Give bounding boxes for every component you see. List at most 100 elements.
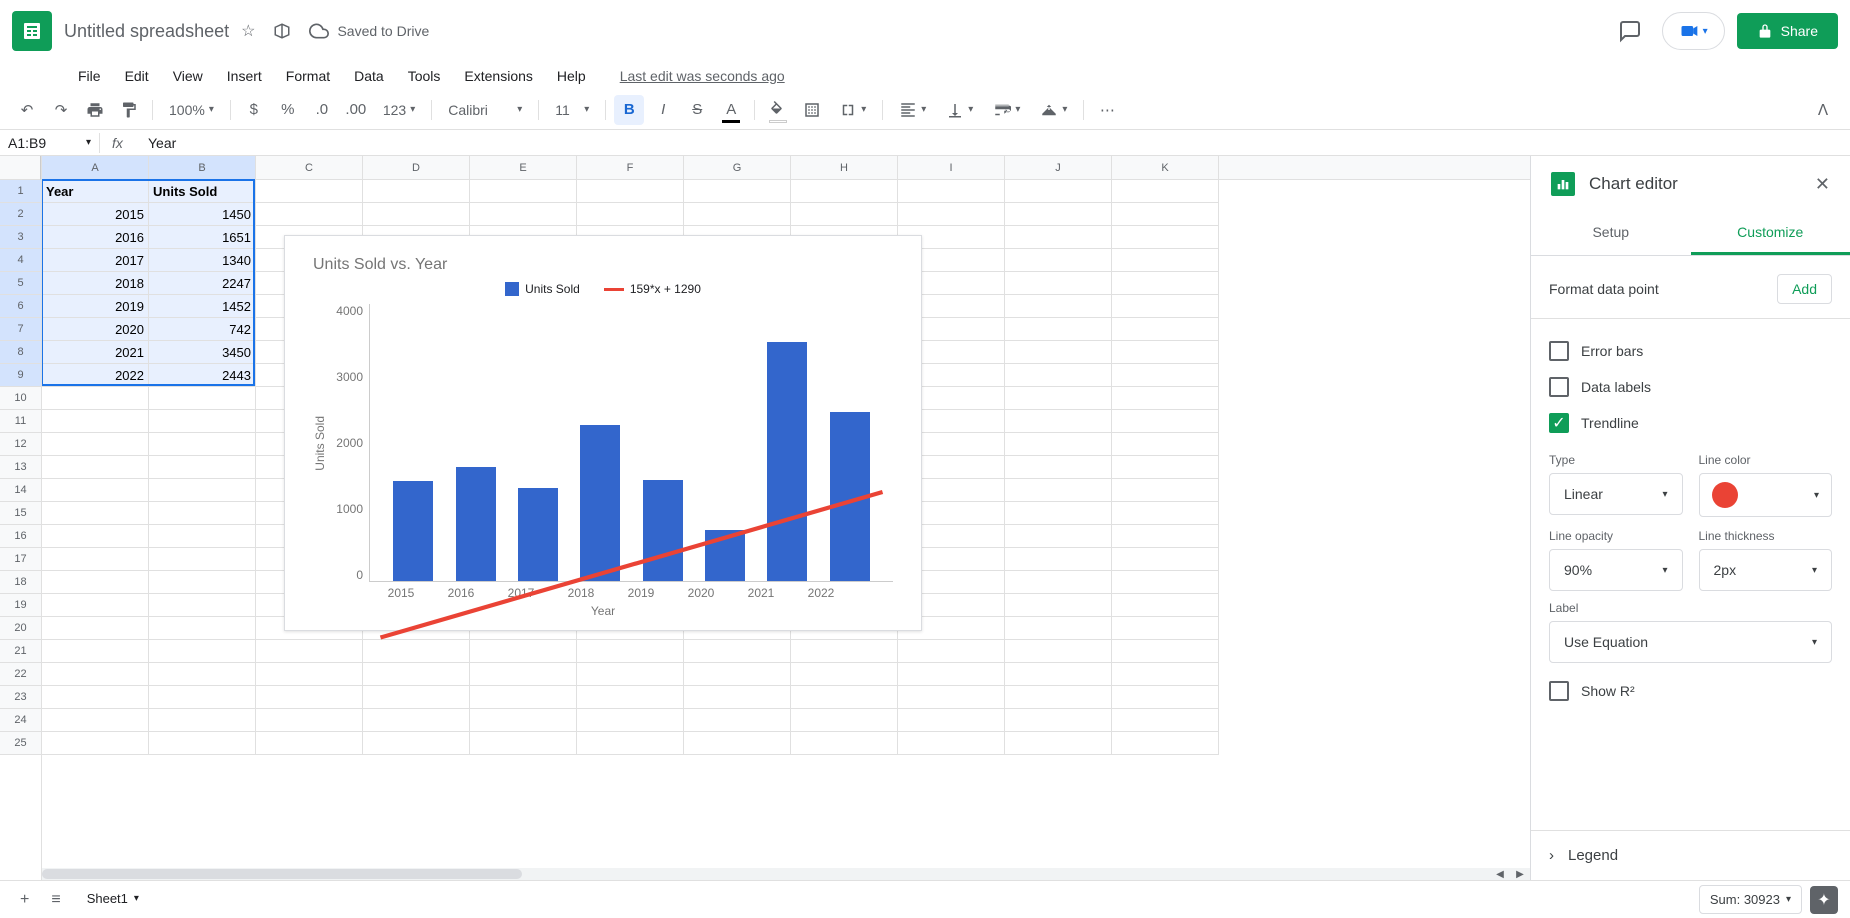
cell[interactable]	[42, 502, 149, 525]
cell[interactable]	[1005, 548, 1112, 571]
col-head-G[interactable]: G	[684, 156, 791, 179]
cell[interactable]	[1005, 502, 1112, 525]
row-head[interactable]: 23	[0, 686, 41, 709]
cell[interactable]: 2015	[42, 203, 149, 226]
cell[interactable]	[791, 732, 898, 755]
cell[interactable]	[1112, 364, 1219, 387]
cell[interactable]	[256, 640, 363, 663]
zoom-dropdown[interactable]: 100%▾	[161, 98, 222, 122]
cell[interactable]: Year	[42, 180, 149, 203]
cell[interactable]	[898, 640, 1005, 663]
cell[interactable]	[42, 433, 149, 456]
cell[interactable]	[1005, 479, 1112, 502]
cell[interactable]	[1112, 249, 1219, 272]
line-color-select[interactable]: ▾	[1699, 473, 1833, 517]
cell[interactable]: 1452	[149, 295, 256, 318]
col-head-F[interactable]: F	[577, 156, 684, 179]
cell[interactable]	[577, 663, 684, 686]
cell[interactable]	[1005, 456, 1112, 479]
cell[interactable]	[42, 594, 149, 617]
cell[interactable]	[470, 640, 577, 663]
cell[interactable]	[1005, 249, 1112, 272]
cell[interactable]	[149, 387, 256, 410]
sum-display[interactable]: Sum: 30923▾	[1699, 885, 1802, 914]
cell[interactable]	[42, 663, 149, 686]
paint-format-icon[interactable]	[114, 95, 144, 125]
cell[interactable]	[1112, 663, 1219, 686]
cell[interactable]	[1112, 640, 1219, 663]
cell[interactable]	[898, 709, 1005, 732]
collapse-toolbar-icon[interactable]: ᐱ	[1808, 95, 1838, 125]
more-icon[interactable]: ⋯	[1092, 95, 1122, 125]
row-head[interactable]: 2	[0, 203, 41, 226]
cell[interactable]	[149, 571, 256, 594]
cell[interactable]: 2022	[42, 364, 149, 387]
cell[interactable]	[149, 502, 256, 525]
cell[interactable]	[1005, 686, 1112, 709]
legend-section[interactable]: › Legend	[1531, 830, 1850, 880]
row-head[interactable]: 11	[0, 410, 41, 433]
cell[interactable]	[470, 203, 577, 226]
cell[interactable]	[1112, 410, 1219, 433]
redo-icon[interactable]: ↷	[46, 95, 76, 125]
cell[interactable]	[1112, 272, 1219, 295]
cell[interactable]	[256, 203, 363, 226]
cell[interactable]: 2021	[42, 341, 149, 364]
col-head-D[interactable]: D	[363, 156, 470, 179]
cell[interactable]	[363, 640, 470, 663]
show-r2-checkbox[interactable]: Show R²	[1549, 673, 1832, 709]
cell[interactable]	[684, 203, 791, 226]
row-head[interactable]: 15	[0, 502, 41, 525]
cell[interactable]	[363, 686, 470, 709]
last-edit-link[interactable]: Last edit was seconds ago	[620, 68, 785, 84]
row-head[interactable]: 5	[0, 272, 41, 295]
merge-cells-dropdown[interactable]: ▾	[831, 97, 874, 123]
cell[interactable]	[684, 180, 791, 203]
cell[interactable]	[256, 732, 363, 755]
col-head-A[interactable]: A	[42, 156, 149, 179]
cell[interactable]	[1005, 709, 1112, 732]
cell[interactable]	[1005, 594, 1112, 617]
cell[interactable]	[1112, 686, 1219, 709]
cell[interactable]	[1112, 571, 1219, 594]
cell[interactable]	[42, 686, 149, 709]
cell[interactable]	[577, 686, 684, 709]
row-head[interactable]: 1	[0, 180, 41, 203]
cell[interactable]	[363, 709, 470, 732]
cell[interactable]	[1005, 732, 1112, 755]
row-head[interactable]: 16	[0, 525, 41, 548]
col-head-H[interactable]: H	[791, 156, 898, 179]
cell[interactable]	[1005, 272, 1112, 295]
doc-title[interactable]: Untitled spreadsheet	[64, 21, 229, 42]
cell[interactable]: 2016	[42, 226, 149, 249]
menu-tools[interactable]: Tools	[398, 64, 451, 88]
type-select[interactable]: Linear▾	[1549, 473, 1683, 515]
cell[interactable]	[1112, 502, 1219, 525]
cell[interactable]	[149, 732, 256, 755]
cell[interactable]	[1112, 617, 1219, 640]
cell[interactable]	[1112, 180, 1219, 203]
cell[interactable]: 2018	[42, 272, 149, 295]
row-head[interactable]: 19	[0, 594, 41, 617]
cell[interactable]: 2443	[149, 364, 256, 387]
menu-edit[interactable]: Edit	[115, 64, 159, 88]
menu-extensions[interactable]: Extensions	[454, 64, 542, 88]
rotate-dropdown[interactable]: ▾	[1032, 97, 1075, 123]
cell[interactable]	[791, 709, 898, 732]
cell[interactable]	[149, 548, 256, 571]
label-select[interactable]: Use Equation▾	[1549, 621, 1832, 663]
cell[interactable]	[898, 180, 1005, 203]
cell[interactable]	[1005, 663, 1112, 686]
cell[interactable]	[1005, 525, 1112, 548]
h-scrollbar[interactable]	[42, 869, 1490, 879]
formula-input[interactable]: Year	[140, 133, 1850, 153]
cell[interactable]	[149, 663, 256, 686]
cell[interactable]	[149, 433, 256, 456]
tab-setup[interactable]: Setup	[1531, 212, 1691, 255]
cell[interactable]	[1112, 295, 1219, 318]
row-head[interactable]: 8	[0, 341, 41, 364]
sheets-logo[interactable]	[12, 11, 52, 51]
cell[interactable]	[577, 640, 684, 663]
error-bars-checkbox[interactable]: Error bars	[1549, 333, 1832, 369]
cell[interactable]: 2017	[42, 249, 149, 272]
